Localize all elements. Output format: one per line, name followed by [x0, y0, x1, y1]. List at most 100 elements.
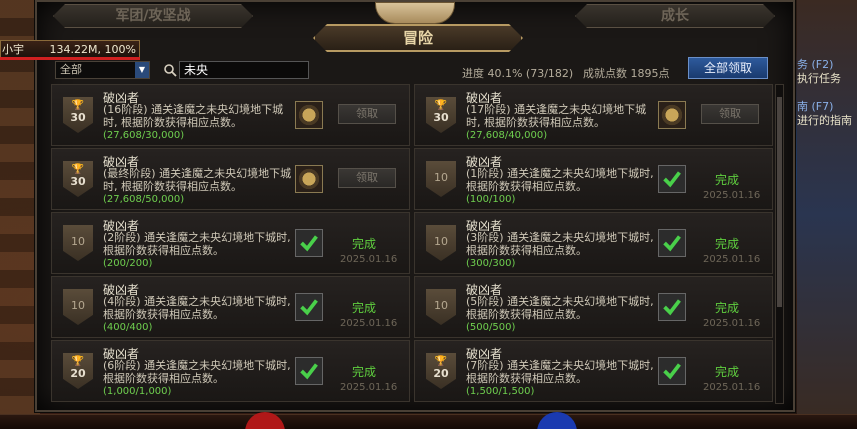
game-background-left [0, 0, 40, 429]
points-badge: 10 [426, 225, 456, 261]
player-name: 小宇 [2, 43, 24, 56]
tab-corps-siege[interactable]: 军团/攻坚战 [53, 4, 253, 28]
achievement-card: 10 破凶者 (3阶段) 通关逢魔之未央幻境地下城时, 根据阶数获得相应点数。 … [414, 212, 773, 274]
check-icon [295, 229, 323, 257]
achievement-progress: (200/200) [103, 258, 153, 269]
trophy-icon: 🏆 [434, 356, 448, 367]
player-hp-bar [0, 57, 140, 60]
trophy-icon: 🏆 [71, 356, 85, 367]
achievement-card: 🏆 30 破凶者 (17阶段) 通关逢魔之未央幻境地下城时, 根据阶数获得相应点数… [414, 84, 773, 146]
badge-points: 10 [71, 235, 85, 248]
side-hud-line1[interactable]: 执行任务 [797, 70, 857, 86]
scrollbar-thumb[interactable] [777, 97, 782, 307]
claim-button[interactable]: 领取 [338, 168, 396, 188]
check-icon [658, 165, 686, 193]
completed-date: 2025.01.16 [703, 190, 761, 201]
check-icon [658, 229, 686, 257]
badge-points: 10 [434, 299, 448, 312]
completed-label: 完成 [715, 173, 740, 187]
points-badge: 🏆 30 [426, 97, 456, 133]
check-icon [658, 293, 686, 321]
badge-points: 30 [70, 175, 86, 188]
completed-label: 完成 [352, 365, 377, 379]
achievement-card: 10 破凶者 (5阶段) 通关逢魔之未央幻境地下城时, 根据阶数获得相应点数。 … [414, 276, 773, 338]
achievement-description: (17阶段) 通关逢魔之未央幻境地下城时, 根据阶数获得相应点数。 [466, 103, 647, 129]
claim-button[interactable]: 领取 [701, 104, 759, 124]
trophy-icon: 🏆 [434, 100, 448, 111]
points-badge: 10 [63, 289, 93, 325]
completed-date: 2025.01.16 [340, 254, 398, 265]
completed-label: 完成 [715, 365, 740, 379]
points-badge: 🏆 30 [63, 161, 93, 197]
achievement-description: (7阶段) 通关逢魔之未央幻境地下城时, 根据阶数获得相应点数。 [466, 359, 654, 385]
side-hud-line2[interactable]: 进行的指南 [797, 112, 857, 128]
completed-label: 完成 [352, 301, 377, 315]
scroll-decoration [375, 2, 455, 24]
claim-button[interactable]: 领取 [338, 104, 396, 124]
achievement-card: 10 破凶者 (2阶段) 通关逢魔之未央幻境地下城时, 根据阶数获得相应点数。 … [51, 212, 410, 274]
points-badge: 10 [63, 225, 93, 261]
completed-label: 完成 [715, 237, 740, 251]
points-badge: 10 [426, 289, 456, 325]
claim-all-button[interactable]: 全部领取 [688, 57, 768, 79]
badge-points: 10 [434, 171, 448, 184]
completed-date: 2025.01.16 [703, 318, 761, 329]
achievement-window: 军团/攻坚战 成长 冒险 全部 ▼ 未央 进度 40.1% (73/182) 成… [35, 0, 795, 412]
tab-adventure[interactable]: 冒险 [313, 24, 523, 52]
player-hp: 134.22M, 100% [49, 43, 136, 56]
achievement-card: 🏆 20 破凶者 (7阶段) 通关逢魔之未央幻境地下城时, 根据阶数获得相应点数。… [414, 340, 773, 402]
trophy-icon: 🏆 [71, 164, 85, 175]
completed-date: 2025.01.16 [340, 382, 398, 393]
achievement-progress: (1,500/1,500) [466, 386, 535, 397]
achievement-description: (1阶段) 通关逢魔之未央幻境地下城时, 根据阶数获得相应点数。 [466, 167, 654, 193]
achievement-progress: (27,608/40,000) [466, 130, 548, 141]
points-badge: 🏆 20 [426, 353, 456, 389]
achievement-description: (3阶段) 通关逢魔之未央幻境地下城时, 根据阶数获得相应点数。 [466, 231, 654, 257]
chevron-down-icon[interactable]: ▼ [135, 62, 149, 78]
completed-label: 完成 [352, 237, 377, 251]
achievement-progress: (27,608/50,000) [103, 194, 185, 205]
achievement-progress: (400/400) [103, 322, 153, 333]
filter-dropdown-value: 全部 [60, 63, 82, 76]
scrollbar[interactable] [775, 84, 784, 404]
tab-growth[interactable]: 成长 [575, 4, 775, 28]
achievement-list: 🏆 30 破凶者 (16阶段) 通关逢魔之未央幻境地下城时, 根据阶数获得相应点数… [51, 84, 775, 406]
achievement-description: (2阶段) 通关逢魔之未央幻境地下城时, 根据阶数获得相应点数。 [103, 231, 291, 257]
achievement-points: 成就点数 1895点 [583, 67, 670, 80]
skill-bar [0, 414, 857, 429]
emblem-icon[interactable] [658, 101, 686, 129]
achievement-progress: (1,000/1,000) [103, 386, 172, 397]
check-icon [295, 357, 323, 385]
achievement-card: 10 破凶者 (4阶段) 通关逢魔之未央幻境地下城时, 根据阶数获得相应点数。 … [51, 276, 410, 338]
completed-date: 2025.01.16 [703, 254, 761, 265]
achievement-progress: (500/500) [466, 322, 516, 333]
completed-label: 完成 [715, 301, 740, 315]
achievement-description: (5阶段) 通关逢魔之未央幻境地下城时, 根据阶数获得相应点数。 [466, 295, 654, 321]
check-icon [658, 357, 686, 385]
points-badge: 🏆 30 [63, 97, 93, 133]
achievement-progress: (27,608/30,000) [103, 130, 185, 141]
achievement-progress: (300/300) [466, 258, 516, 269]
badge-points: 10 [434, 235, 448, 248]
trophy-icon: 🏆 [71, 100, 85, 111]
achievement-card: 🏆 30 破凶者 (16阶段) 通关逢魔之未央幻境地下城时, 根据阶数获得相应点数… [51, 84, 410, 146]
points-badge: 10 [426, 161, 456, 197]
badge-points: 30 [433, 111, 449, 124]
achievement-card: 10 破凶者 (1阶段) 通关逢魔之未央幻境地下城时, 根据阶数获得相应点数。 … [414, 148, 773, 210]
achievement-card: 🏆 20 破凶者 (6阶段) 通关逢魔之未央幻境地下城时, 根据阶数获得相应点数。… [51, 340, 410, 402]
achievement-card: 🏆 30 破凶者 (最终阶段) 通关逢魔之未央幻境地下城时, 根据阶数获得相应点数… [51, 148, 410, 210]
badge-points: 10 [71, 299, 85, 312]
achievement-description: (16阶段) 通关逢魔之未央幻境地下城时, 根据阶数获得相应点数。 [103, 103, 284, 129]
search-icon [164, 64, 177, 77]
filter-dropdown[interactable]: 全部 ▼ [55, 61, 150, 79]
completed-date: 2025.01.16 [340, 318, 398, 329]
emblem-icon[interactable] [295, 165, 323, 193]
achievement-description: (4阶段) 通关逢魔之未央幻境地下城时, 根据阶数获得相应点数。 [103, 295, 291, 321]
badge-points: 20 [70, 367, 86, 380]
emblem-icon[interactable] [295, 101, 323, 129]
points-badge: 🏆 20 [63, 353, 93, 389]
progress-text: 进度 40.1% (73/182) [462, 67, 574, 80]
achievement-description: (6阶段) 通关逢魔之未央幻境地下城时, 根据阶数获得相应点数。 [103, 359, 291, 385]
check-icon [295, 293, 323, 321]
search-input[interactable]: 未央 [179, 61, 309, 79]
